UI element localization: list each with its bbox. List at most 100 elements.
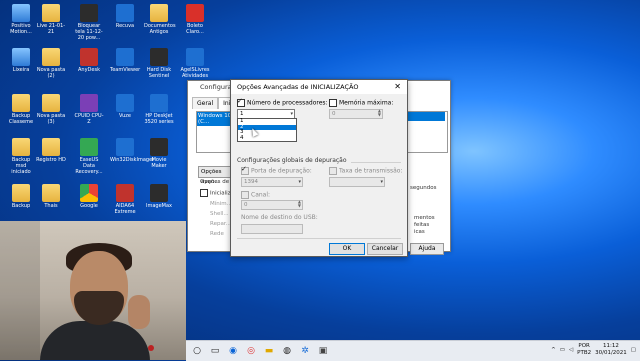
desktop-icon[interactable]: AIDA64 Extreme — [110, 184, 140, 215]
num-processors-checkbox[interactable] — [237, 97, 245, 107]
timeout-unit: segundos — [410, 185, 437, 191]
desktop-icon[interactable]: Backup — [6, 184, 36, 209]
max-memory-checkbox-row[interactable]: Memória máxima: — [329, 99, 393, 107]
app-blue-icon — [116, 48, 134, 66]
os-list[interactable]: Windows 10 (C... — [196, 111, 234, 153]
spin-arrows-icon: ▲ ▼ — [297, 199, 301, 208]
edge-icon[interactable]: ◉ — [226, 344, 240, 358]
desktop-icon-label: Nova pasta (3) — [36, 113, 66, 125]
desktop-icon-label: Positivo Motion... — [10, 23, 32, 35]
max-memory-spinner[interactable]: 0 ▲ ▼ — [329, 109, 383, 119]
clock[interactable]: 11:12 30/01/2021 — [595, 343, 627, 357]
debug-port-checkbox — [241, 165, 249, 175]
chevron-down-icon: ▾ — [380, 179, 383, 185]
desktop-icon-label: Vuze — [119, 113, 131, 119]
num-processors-dropdown[interactable]: 1 2 3 4 — [237, 118, 297, 142]
desktop-icon[interactable]: TeamViewer — [110, 48, 140, 73]
desktop-icon[interactable]: Nova pasta (3) — [36, 94, 66, 125]
desktop-icon[interactable]: Hard Disk Sentinel — [144, 48, 174, 79]
folder-icon — [42, 4, 60, 22]
settings-icon[interactable]: ✲ — [298, 344, 312, 358]
wall-shadow — [0, 221, 40, 360]
cancel-button[interactable]: Cancelar — [367, 243, 403, 255]
system-config-icon[interactable]: ▣ — [316, 344, 330, 358]
chevron-up-icon[interactable]: ^ — [551, 347, 556, 353]
desktop-icon-label: AIDA64 Extreme — [114, 203, 136, 215]
close-icon[interactable]: ✕ — [394, 80, 401, 94]
folder-icon — [150, 4, 168, 22]
chrome-icon — [80, 184, 98, 202]
notifications-icon[interactable]: ▢ — [631, 347, 636, 353]
desktop-icon[interactable]: Live 21-01-21 — [36, 4, 66, 35]
desktop-icon[interactable]: AnyDesk — [74, 48, 104, 73]
desktop-icon[interactable]: HP DeskJet 3520 series — [144, 94, 174, 125]
checkbox[interactable] — [200, 189, 208, 197]
search-icon[interactable]: ○ — [190, 344, 204, 358]
desktop-icon[interactable]: Google — [74, 184, 104, 209]
desktop-icon[interactable]: EaseUS Data Recovery... — [74, 138, 104, 175]
desktop-icon[interactable]: Thais — [36, 184, 66, 209]
debug-port-select: 1394 ▾ — [241, 177, 303, 187]
desktop-icon-label: ImageMax — [146, 203, 172, 209]
dropdown-option[interactable]: 4 — [238, 135, 296, 142]
desktop-icon[interactable]: Boleto Claro... — [180, 4, 210, 35]
app-dark-icon — [80, 4, 98, 22]
bg-help-button[interactable]: Ajuda — [410, 243, 444, 255]
desktop-icon-label: Hard Disk Sentinel — [146, 67, 172, 79]
desktop-icon[interactable]: Registro HD — [36, 138, 66, 163]
desktop-icon-label: Movie Maker — [151, 157, 167, 169]
file-explorer-icon[interactable]: ▬ — [262, 344, 276, 358]
desktop-icon[interactable]: Nova pasta (2) — [36, 48, 66, 79]
max-memory-checkbox[interactable] — [329, 99, 337, 107]
debug-settings-header: Configurações globais de depuração — [237, 157, 347, 164]
network-icon[interactable]: ▭ — [560, 347, 565, 353]
desktop-icon[interactable]: Documentos Antigos — [144, 4, 176, 35]
channel-label: Canal: — [251, 191, 271, 199]
tab-general[interactable]: Geral — [192, 97, 219, 109]
desktop-icon-label: CPUID CPU-Z — [74, 113, 104, 125]
baud-rate-checkbox — [329, 167, 337, 175]
desktop-icon-label: EaseUS Data Recovery... — [75, 157, 103, 175]
app-red-icon — [80, 48, 98, 66]
desktop-icon-label: Lixeira — [12, 67, 30, 73]
baud-rate-select: ▾ — [329, 177, 385, 187]
dialog-titlebar: Opções Avançadas de INICIALIZAÇÃO ✕ — [231, 80, 407, 94]
desktop-icon[interactable]: Positivo Motion... — [6, 4, 36, 35]
pc-icon — [12, 48, 30, 66]
spin-arrows-icon[interactable]: ▲ ▼ — [378, 109, 381, 117]
desktop-icon[interactable]: CPUID CPU-Z — [74, 94, 104, 125]
desktop-icon[interactable]: Recuva — [110, 4, 140, 29]
num-processors-label: Número de processadores: — [247, 99, 328, 107]
volume-icon[interactable]: ◁ — [569, 347, 573, 353]
pdf-icon — [186, 4, 204, 22]
microphone-icon — [148, 345, 154, 351]
desktop-icon[interactable]: Movie Maker — [144, 138, 174, 169]
desktop-icon-label: TeamViewer — [110, 67, 141, 73]
debug-port-row: Porta de depuração: — [241, 165, 312, 175]
advanced-boot-options-dialog: Opções Avançadas de INICIALIZAÇÃO ✕ Núme… — [230, 79, 408, 257]
list-item[interactable]: Windows 10 (C... — [197, 112, 233, 126]
language-indicator[interactable]: POR PTB2 — [577, 343, 591, 357]
divider — [351, 162, 401, 163]
desktop-icon[interactable]: AgelSLivres Atividades — [180, 48, 210, 79]
folder-icon — [12, 138, 30, 156]
num-processors-checkbox-row[interactable]: Número de processadores: — [237, 97, 328, 107]
desktop-icon-label: Recuva — [115, 23, 135, 29]
desktop-icon[interactable]: Backup msd iniciado — [6, 138, 36, 175]
desktop-icon[interactable]: ImageMax — [144, 184, 174, 209]
desktop-icon[interactable]: Lixeira — [6, 48, 36, 73]
baud-rate-label: Taxa de transmissão: — [339, 167, 403, 175]
debug-port-label: Porta de depuração: — [251, 167, 312, 175]
desktop-icon[interactable]: Vuze — [110, 94, 140, 119]
app-dark-icon — [150, 184, 168, 202]
desktop-icon[interactable]: Bloquear tela 11-12-20 pow... — [74, 4, 104, 41]
task-view-icon[interactable]: ▭ — [208, 344, 222, 358]
chrome-icon[interactable]: ◎ — [244, 344, 258, 358]
app-blue-icon — [116, 94, 134, 112]
desktop-icon[interactable]: Backup Classeme — [6, 94, 36, 125]
channel-checkbox — [241, 191, 249, 199]
ok-button[interactable]: OK — [329, 243, 365, 255]
app-red-icon — [116, 184, 134, 202]
camera-icon[interactable]: ◍ — [280, 344, 294, 358]
desktop-icon[interactable]: Win32DiskImager — [110, 138, 154, 163]
